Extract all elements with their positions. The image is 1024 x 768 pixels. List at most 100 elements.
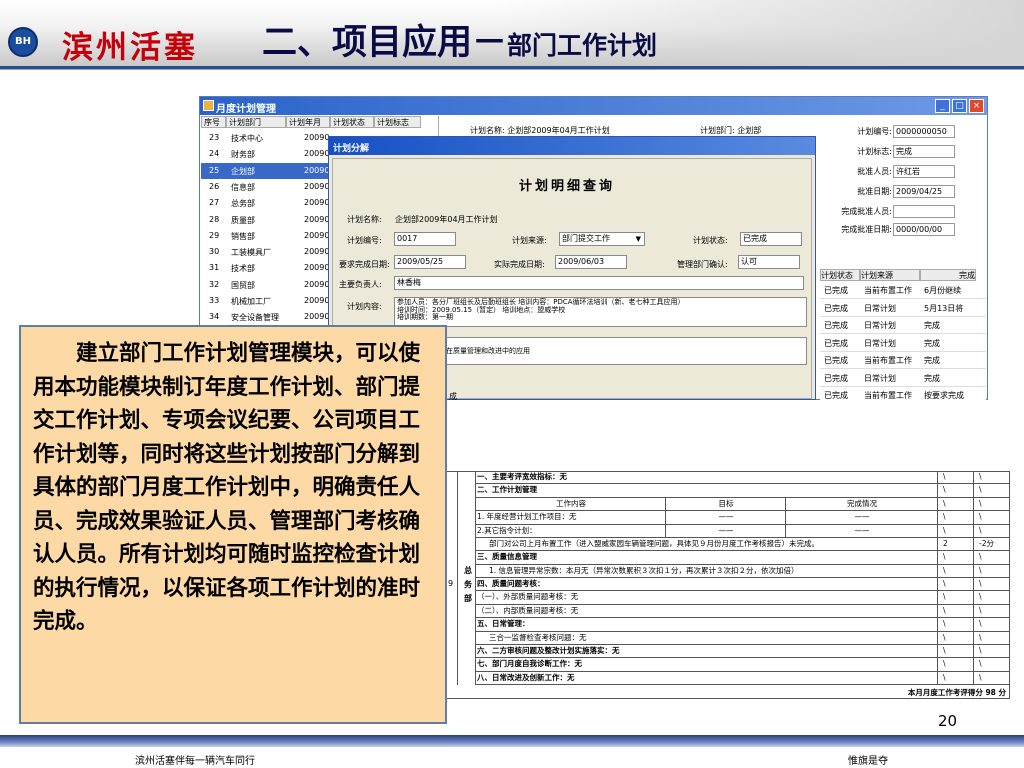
- detail-field-value[interactable]: 许红岩: [893, 165, 955, 178]
- table-vline: [457, 471, 458, 685]
- table-row: 四、质量问题考核： \ \: [475, 578, 1010, 592]
- content-line: 培训时间：2009.05.15（暂定） 培训地点：盟威学校: [397, 305, 566, 314]
- score-summary: 本月月度工作考评得分 98 分: [907, 688, 1006, 697]
- content-label: 计划内容:: [347, 302, 382, 311]
- cell-extra: 完成: [924, 338, 940, 348]
- plan-detail-panel: 计划编号: 0000000050 计划标志: 完成 批准人员: 许红岩 批准日期: 2009/…: [820, 116, 986, 400]
- detail-table-row[interactable]: 已完成 日常计划 完成: [820, 317, 986, 334]
- cell-content: 1. 年度经营计划工作项目：无: [477, 512, 577, 522]
- cell-target: ——: [718, 525, 734, 535]
- detail-field-value[interactable]: 0000000050: [893, 125, 955, 138]
- cell-deduction: \: [979, 512, 982, 522]
- cell-content: （一）、外部质量问题考核：无: [477, 592, 579, 602]
- plan-content-detail[interactable]: 环法的应用 新、老七种工具在质量管理和改进中的应用: [394, 337, 807, 365]
- row-number: 33: [209, 296, 220, 305]
- column-header-plan-status[interactable]: 计划状态: [820, 269, 860, 281]
- cell-score: 2: [943, 538, 948, 548]
- side-label: 部: [464, 594, 472, 603]
- row-dept: 机械加工厂: [231, 297, 271, 306]
- cell-status: 已完成: [824, 338, 848, 348]
- cell-extra: 5月13日将: [924, 303, 964, 313]
- column-header-complete[interactable]: 完成: [920, 269, 976, 281]
- row-dept: 销售部: [231, 231, 255, 241]
- row-dept: 技术中心: [231, 134, 263, 143]
- column-header-no[interactable]: 序号: [201, 116, 226, 128]
- detail-field-label: 计划编号:: [857, 127, 892, 136]
- detail-table-row[interactable]: 已完成 日常计划 完成: [820, 335, 986, 352]
- behind-plan-dept: 计划部门: 企划部: [700, 125, 761, 136]
- table-row: 五、日常管理： \ \: [475, 618, 1010, 632]
- cell-source: 日常计划: [864, 373, 896, 383]
- cell-status: 已完成: [824, 286, 848, 295]
- cell-source: 日常计划: [864, 338, 896, 348]
- description-textbox: 建立部门工作计划管理模块，可以使用本功能模块制订年度工作计划、部门提交工作计划、…: [19, 325, 447, 724]
- dropdown-arrow-icon[interactable]: ▼: [636, 233, 641, 245]
- cell-score: \: [943, 579, 946, 588]
- cell-status: 已完成: [824, 373, 848, 383]
- row-number: 26: [209, 181, 220, 191]
- detail-table-row[interactable]: 已完成 当前布置工作 按要求完成: [820, 387, 986, 400]
- row-ym: 20090: [304, 181, 330, 191]
- detail-table-row[interactable]: 已完成 日常计划 5月13日将: [820, 300, 986, 317]
- cell-content: 五、日常管理：: [477, 619, 530, 629]
- required-date-field[interactable]: 2009/05/25: [394, 255, 466, 269]
- dialog-title: 计划分解: [333, 144, 370, 154]
- cell-score: \: [943, 592, 946, 602]
- detail-field-value[interactable]: [893, 205, 955, 218]
- plan-content-textarea[interactable]: 参加人员：各分厂班组长及后勤班组长 培训内容：PDCA循环法培训（新、老七种工具…: [394, 297, 807, 327]
- row-number: 23: [209, 133, 220, 142]
- cell-extra: 按要求完成: [924, 391, 964, 400]
- close-button[interactable]: ×: [969, 99, 984, 113]
- owner-field[interactable]: 林香梅: [394, 276, 804, 290]
- column-header-status[interactable]: 计划状态: [330, 116, 374, 128]
- slide-header: BH 滨州活塞 二、项目应用－部门工作计划: [0, 0, 1024, 80]
- table-vline: [785, 524, 786, 537]
- detail-field-label: 计划标志:: [857, 147, 892, 156]
- cell-deduction: \: [979, 472, 982, 481]
- detail-table-row[interactable]: 已完成 当前布置工作 完成: [820, 352, 986, 369]
- cell-source: 日常计划: [864, 321, 896, 330]
- header-divider-thin: [0, 69, 1024, 70]
- row-ym: 20090: [304, 263, 330, 273]
- detail-field-value[interactable]: 2009/04/25: [893, 185, 955, 198]
- row-dept: 工装模具厂: [231, 248, 271, 258]
- plan-no-field[interactable]: 0017: [394, 232, 456, 246]
- maximize-button[interactable]: □: [952, 99, 967, 113]
- column-header-plan-source[interactable]: 计划来源: [860, 269, 920, 281]
- content-line: 环法的应用: [397, 339, 804, 347]
- row-dept: 信息部: [231, 182, 255, 192]
- table-vline: [785, 497, 786, 511]
- column-header-dept[interactable]: 计划部门: [226, 116, 286, 128]
- detail-table-row[interactable]: 已完成 日常计划 完成: [820, 370, 986, 387]
- detail-field-value[interactable]: 完成: [893, 145, 955, 158]
- row-ym: 20090: [304, 279, 330, 289]
- cell-content: 部门对公司上月布置工作（进入盟威家园车辆管理问题，具体见９月份月度工作考核报告）…: [489, 538, 819, 548]
- cell-score: \: [943, 659, 946, 669]
- row-dept: 企划部: [231, 166, 255, 176]
- row-dept: 总务部: [231, 199, 255, 209]
- plan-status-field[interactable]: 已完成: [740, 232, 802, 246]
- column-header-ym[interactable]: 计划年月: [286, 116, 330, 128]
- table-row: 二、工作计划管理 \ \: [475, 484, 1010, 498]
- behind-plan-name: 计划名称: 企划部2009年04月工作计划: [470, 125, 610, 136]
- cell-source: 当前布置工作: [864, 391, 912, 400]
- cell-status: ——: [854, 525, 870, 535]
- row-number: 32: [209, 279, 220, 289]
- actual-date-field[interactable]: 2009/06/03: [555, 255, 627, 269]
- column-header-flag[interactable]: 计划标志: [374, 116, 421, 128]
- detail-field-label: 完成批准人员:: [841, 207, 892, 216]
- cell-content: 三合一监督检查考核问题：无: [489, 632, 587, 642]
- detail-field-value[interactable]: 0000/00/00: [893, 223, 955, 236]
- cell-deduction: \: [979, 632, 982, 642]
- detail-field-label: 批准人员:: [857, 167, 892, 176]
- cell-content: 七、部门月度自我诊断工作：无: [477, 659, 582, 669]
- slide-title: 二、项目应用－部门工作计划: [262, 14, 657, 65]
- cell-score: \: [943, 552, 946, 562]
- content-line: 新、老七种工具在质量管理和改进中的应用: [397, 347, 530, 355]
- row-dept: 安全设备管理: [231, 313, 279, 323]
- plan-source-select[interactable]: 部门提交工作 ▼: [559, 232, 645, 246]
- minimize-button[interactable]: _: [935, 99, 950, 113]
- cell-source: 当前布置工作: [864, 356, 912, 365]
- confirm-field[interactable]: 认可: [738, 255, 800, 269]
- detail-table-row[interactable]: 已完成 当前布置工作 6月份继续: [820, 282, 986, 299]
